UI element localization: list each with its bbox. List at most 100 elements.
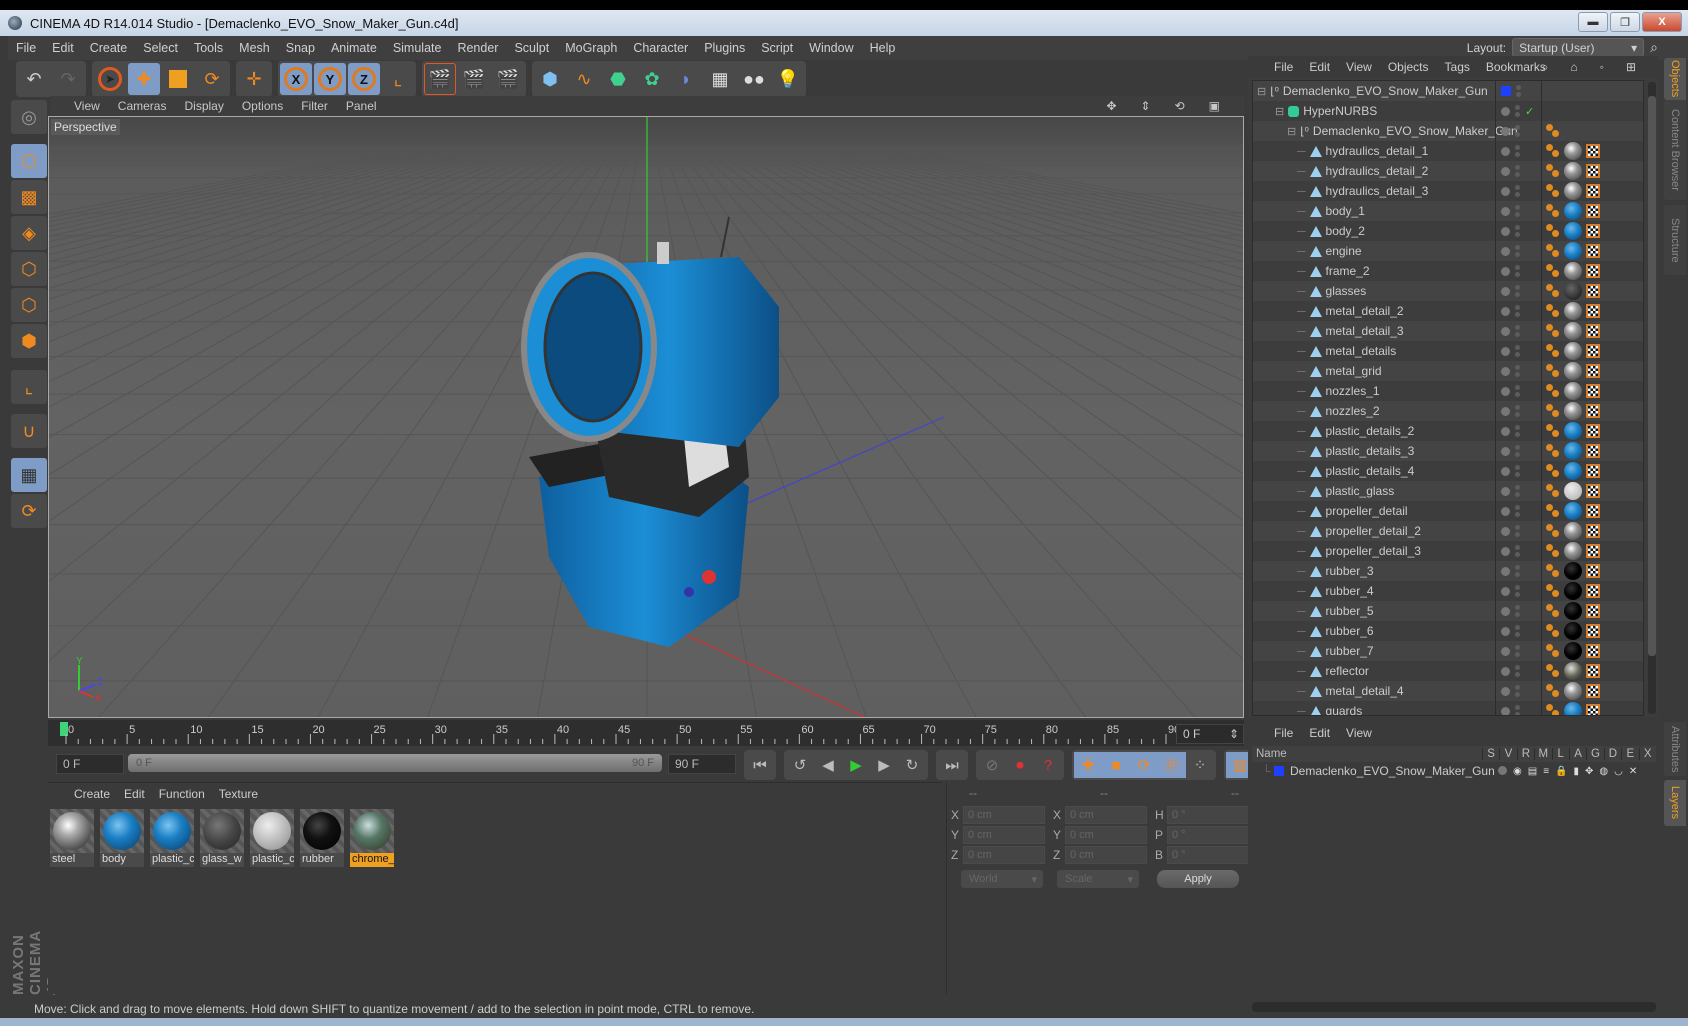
layout-dropdown[interactable]: Startup (User) ▾ [1512, 38, 1645, 57]
menu-file[interactable]: File [8, 41, 44, 55]
rotation-field[interactable]: 0 ° [1167, 826, 1249, 844]
uvw-tag-icon[interactable] [1586, 364, 1600, 378]
uvw-tag-icon[interactable] [1586, 484, 1600, 498]
uvw-tag-icon[interactable] [1586, 444, 1600, 458]
object-menu-objects[interactable]: Objects [1388, 60, 1429, 74]
toggle-panel-icon[interactable]: ▣ [1209, 99, 1230, 113]
viewport-menu-panel[interactable]: Panel [346, 99, 387, 113]
material-swatch[interactable]: rubber [300, 809, 344, 867]
phong-tag-icon[interactable] [1546, 404, 1560, 418]
visibility-dots-icon[interactable] [1515, 405, 1520, 417]
visible-icon[interactable]: ◉ [1513, 766, 1522, 777]
visibility-dots-icon[interactable] [1516, 85, 1521, 97]
go-to-end-icon[interactable]: ⏭ [938, 752, 966, 778]
search-icon[interactable]: ⌕ [1650, 39, 1658, 56]
phong-tag-icon[interactable] [1546, 684, 1560, 698]
material-tag-icon[interactable] [1564, 522, 1582, 540]
uvw-tag-icon[interactable] [1586, 664, 1600, 678]
layer-dot-icon[interactable] [1501, 466, 1510, 476]
material-tag-icon[interactable] [1564, 382, 1582, 400]
phong-tag-icon[interactable] [1546, 624, 1560, 638]
model-mode-icon[interactable]: ⬡ [11, 144, 47, 178]
visibility-dots-icon[interactable] [1515, 645, 1520, 657]
deformer-icon[interactable]: ◍ [1599, 766, 1608, 777]
layer-column-g[interactable]: G [1586, 748, 1603, 760]
layer-dot-icon[interactable] [1501, 226, 1510, 236]
spline-icon[interactable]: ∿ [568, 63, 600, 95]
layer-menu-file[interactable]: File [1274, 726, 1293, 740]
x-axis-icon[interactable]: X [280, 63, 312, 95]
restore-button[interactable]: ❐ [1610, 12, 1640, 32]
material-swatch[interactable]: body [100, 809, 144, 867]
visibility-dots-icon[interactable] [1515, 625, 1520, 637]
side-tab-structure[interactable]: Structure [1664, 205, 1686, 275]
phong-tag-icon[interactable] [1546, 184, 1560, 198]
layer-dot-icon[interactable] [1501, 246, 1510, 256]
object-row[interactable]: ─ frame_2 [1253, 261, 1643, 281]
object-row[interactable]: ─ rubber_3 [1253, 561, 1643, 581]
material-tag-icon[interactable] [1564, 202, 1582, 220]
object-row[interactable]: ─ propeller_detail [1253, 501, 1643, 521]
material-tag-icon[interactable] [1564, 342, 1582, 360]
start-frame-field[interactable]: 0 F [56, 754, 124, 774]
menu-mesh[interactable]: Mesh [231, 41, 278, 55]
layer-dot-icon[interactable] [1501, 146, 1510, 156]
visibility-dots-icon[interactable] [1515, 205, 1520, 217]
uvw-tag-icon[interactable] [1586, 624, 1600, 638]
viewport-menu-options[interactable]: Options [242, 99, 293, 113]
nurbs-icon[interactable]: ⬣ [602, 63, 634, 95]
axis-icon[interactable]: ⌞ [11, 370, 47, 404]
expressions-icon[interactable]: ◡ [1614, 766, 1623, 777]
expand-toggle-icon[interactable]: ⊟ [1257, 85, 1266, 98]
layer-dot-icon[interactable] [1501, 166, 1510, 176]
coord-mode-dropdown[interactable]: World ▾ [961, 870, 1043, 888]
visibility-dots-icon[interactable] [1515, 585, 1520, 597]
phong-tag-icon[interactable] [1546, 284, 1560, 298]
uvw-tag-icon[interactable] [1586, 424, 1600, 438]
current-frame-field[interactable]: 0 F ⇕ [1176, 724, 1244, 744]
keyframe-selection-icon[interactable]: ? [1034, 752, 1062, 778]
layer-column-d[interactable]: D [1603, 748, 1621, 760]
layer-column-name[interactable]: Name [1252, 748, 1482, 760]
object-menu-bookmarks[interactable]: Bookmarks [1486, 60, 1546, 74]
visibility-dots-icon[interactable] [1515, 225, 1520, 237]
layer-dot-icon[interactable] [1501, 526, 1510, 536]
phong-tag-icon[interactable] [1546, 264, 1560, 278]
phong-tag-icon[interactable] [1546, 384, 1560, 398]
object-row[interactable]: ⊟ HyperNURBS ✓ [1253, 101, 1643, 121]
uvw-tag-icon[interactable] [1586, 524, 1600, 538]
visibility-dots-icon[interactable] [1515, 425, 1520, 437]
object-row[interactable]: ⊟ ⌊⁰ Demaclenko_EVO_Snow_Maker_Gun [1253, 81, 1643, 101]
material-tag-icon[interactable] [1564, 182, 1582, 200]
menu-select[interactable]: Select [135, 41, 186, 55]
redo-icon[interactable]: ↷ [52, 63, 84, 95]
object-row[interactable]: ─ rubber_4 [1253, 581, 1643, 601]
menu-sculpt[interactable]: Sculpt [506, 41, 557, 55]
side-tab-content-browser[interactable]: Content Browser [1664, 100, 1686, 200]
material-tag-icon[interactable] [1564, 362, 1582, 380]
layer-column-l[interactable]: L [1551, 748, 1569, 760]
previous-frame-icon[interactable]: ◀ [814, 752, 842, 778]
phong-tag-icon[interactable] [1546, 204, 1560, 218]
layer-dot-icon[interactable] [1501, 366, 1510, 376]
y-axis-icon[interactable]: Y [314, 63, 346, 95]
menu-mograph[interactable]: MoGraph [557, 41, 625, 55]
cube-icon[interactable]: ⬢ [534, 63, 566, 95]
layer-column-s[interactable]: S [1481, 748, 1499, 760]
texture-mode-icon[interactable]: ▩ [11, 180, 47, 214]
visibility-dots-icon[interactable] [1515, 185, 1520, 197]
material-tag-icon[interactable] [1564, 702, 1582, 715]
layer-menu-view[interactable]: View [1346, 726, 1372, 740]
object-scrollbar[interactable] [1648, 82, 1656, 714]
position-field[interactable]: 0 cm [963, 846, 1045, 864]
expand-toggle-icon[interactable]: ⊟ [1287, 125, 1296, 138]
snap-settings-icon[interactable]: ⟳ [11, 494, 47, 528]
material-swatch[interactable]: chrome_ [350, 809, 394, 867]
phong-tag-icon[interactable] [1546, 364, 1560, 378]
visibility-dots-icon[interactable] [1515, 525, 1520, 537]
object-row[interactable]: ─ glasses [1253, 281, 1643, 301]
points-mode-icon[interactable]: ⬡ [11, 252, 47, 286]
layer-column-a[interactable]: A [1568, 748, 1586, 760]
material-swatch[interactable]: glass_w [200, 809, 244, 867]
object-row[interactable]: ─ nozzles_1 [1253, 381, 1643, 401]
